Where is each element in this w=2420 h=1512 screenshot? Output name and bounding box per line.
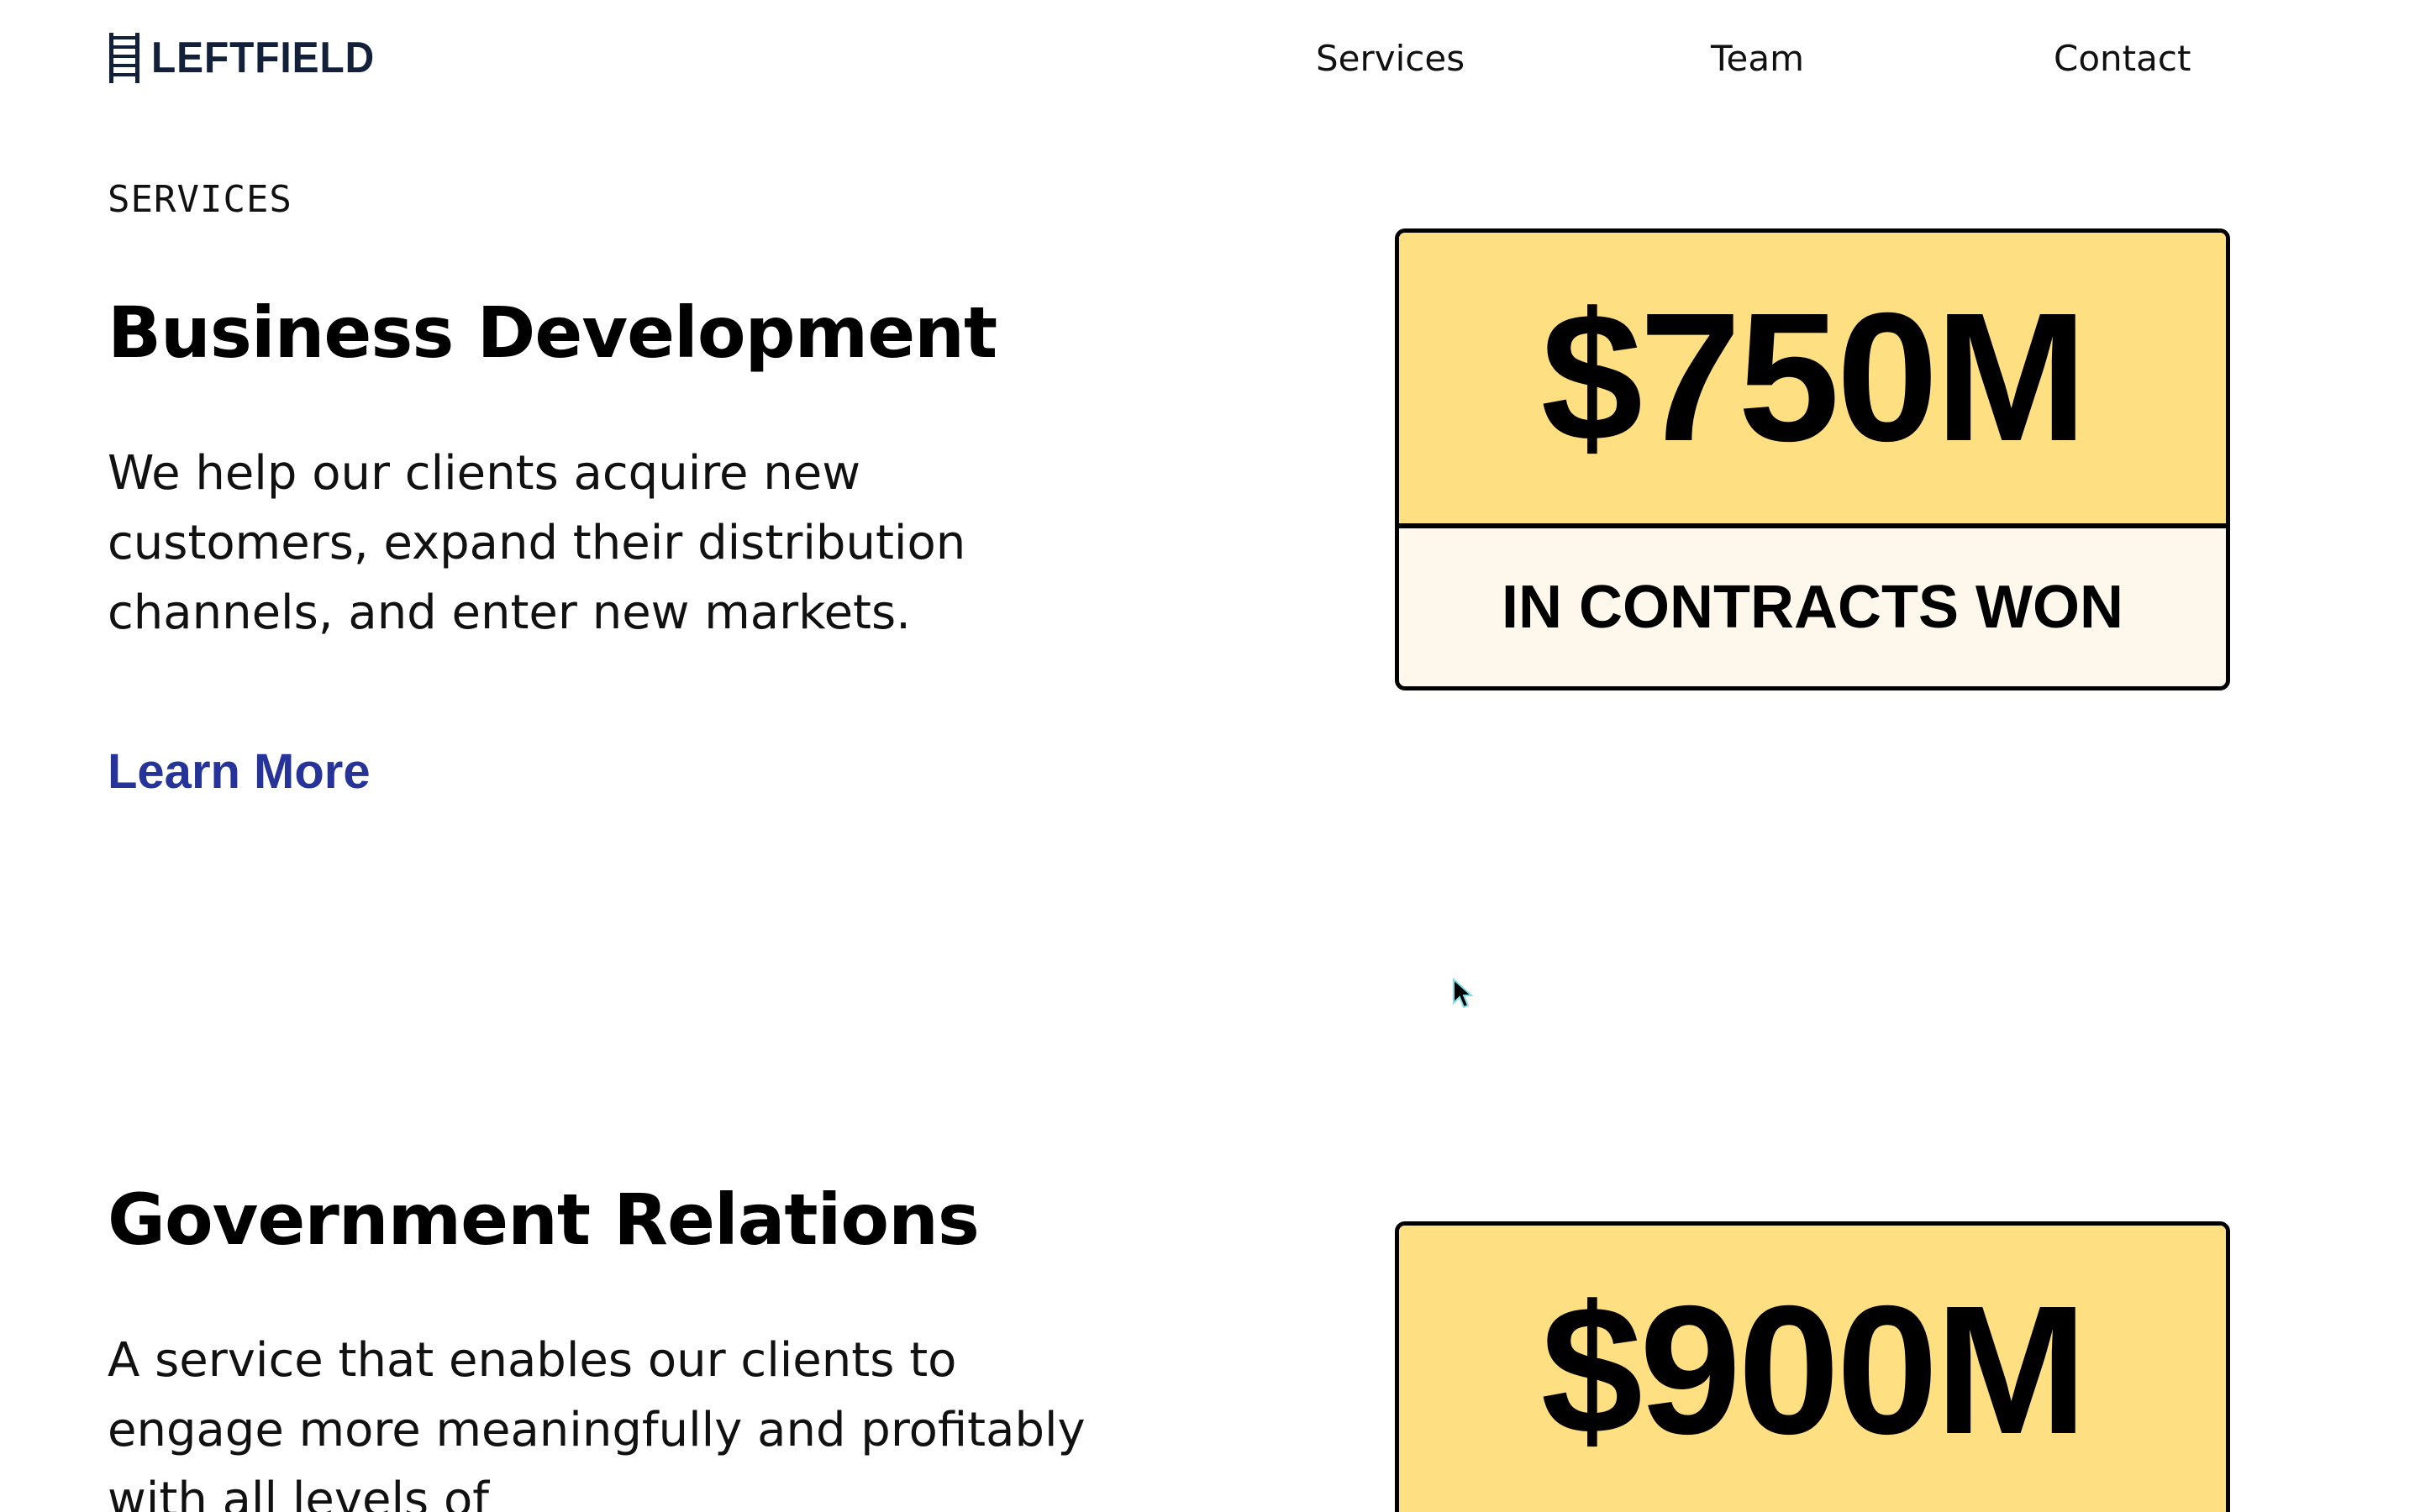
service-description: We help our clients acquire new customer… [108,446,966,640]
brand-name: LEFTFIELD [151,34,376,82]
brand-logo[interactable]: LEFTFIELD [108,32,394,84]
stat-card: $750M IN CONTRACTS WON [1395,228,2230,690]
nav-link-contact[interactable]: Contact [2054,34,2191,84]
service-description: A service that enables our clients to en… [108,1333,1086,1512]
nav-link-team[interactable]: Team [1711,34,1804,84]
service-title: Government Relations [108,1179,980,1261]
stat-value: $750M [1399,233,2226,528]
section-eyebrow: SERVICES [108,178,292,221]
page: LEFTFIELD Services Team Contact SERVICES… [0,0,2420,1512]
stat-label: IN CONTRACTS WON [1502,574,2123,641]
nav-link-services[interactable]: Services [1316,34,1465,84]
ladder-icon [109,33,139,83]
stat-card: $900M [1395,1221,2230,1512]
service-title: Business Development [108,291,997,374]
learn-more-link[interactable]: Learn More [108,743,371,801]
mouse-cursor-icon [1453,978,1474,1009]
stat-value: $900M [1399,1226,2226,1512]
